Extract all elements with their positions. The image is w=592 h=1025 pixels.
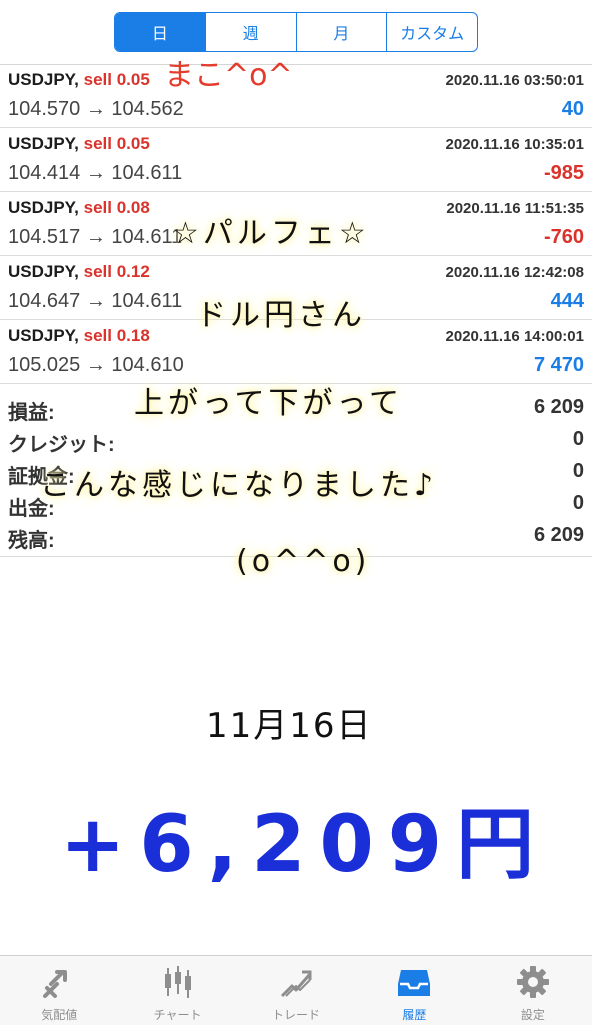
tab-chart[interactable]: チャート bbox=[118, 956, 236, 1025]
handwritten-line: ☆パルフェ☆ bbox=[172, 216, 370, 251]
trade-symbol: USDJPY, bbox=[8, 134, 79, 153]
trade-symbol: USDJPY, bbox=[8, 326, 79, 345]
tab-trade[interactable]: トレード bbox=[237, 956, 355, 1025]
handwritten-line: (o^^o) bbox=[236, 544, 371, 579]
tab-history[interactable]: 履歴 bbox=[355, 956, 473, 1025]
summary-value: 6 209 bbox=[533, 524, 584, 546]
summary-label: 残高: bbox=[8, 530, 55, 552]
trade-side: sell 0.12 bbox=[83, 262, 150, 281]
trade-prices: 105.025 → 104.610 bbox=[8, 354, 184, 376]
handwritten-amount: +6,209円 bbox=[60, 800, 549, 890]
trade-symbol: USDJPY, bbox=[8, 198, 79, 217]
trade-time: 2020.11.16 10:35:01 bbox=[445, 136, 584, 153]
handwritten-line: こんな感じになりました♪ bbox=[40, 468, 438, 503]
trade-time: 2020.11.16 11:51:35 bbox=[446, 200, 584, 217]
summary-value: 0 bbox=[572, 460, 584, 482]
handwritten-signature: まこ^o^ bbox=[164, 58, 293, 93]
trade-side: sell 0.05 bbox=[83, 70, 150, 89]
summary-row-credit: クレジット: 0 bbox=[0, 424, 592, 456]
settings-icon bbox=[516, 966, 549, 998]
trade-profit: 40 bbox=[561, 98, 584, 120]
handwritten-date: 11月16日 bbox=[206, 706, 373, 746]
period-tab-day[interactable]: 日 bbox=[115, 13, 205, 51]
trade-icon bbox=[280, 970, 312, 998]
tab-label: 設定 bbox=[520, 1008, 545, 1022]
summary-label: クレジット: bbox=[8, 434, 115, 456]
chart-icon bbox=[164, 966, 191, 998]
trade-side: sell 0.05 bbox=[83, 134, 150, 153]
tab-label: 履歴 bbox=[402, 1008, 427, 1022]
trade-prices: 104.414 → 104.611 bbox=[8, 162, 183, 184]
summary-value: 0 bbox=[572, 492, 584, 514]
tab-quotes[interactable]: 気配値 bbox=[0, 956, 118, 1025]
trade-symbol-line: USDJPY, sell 0.12 bbox=[8, 262, 150, 282]
trade-symbol-line: USDJPY, sell 0.08 bbox=[8, 198, 150, 218]
trade-row[interactable]: USDJPY, sell 0.05 2020.11.16 10:35:01 10… bbox=[0, 128, 592, 192]
trade-symbol-line: USDJPY, sell 0.05 bbox=[8, 70, 150, 90]
summary-value: 0 bbox=[572, 428, 584, 450]
trade-symbol-line: USDJPY, sell 0.18 bbox=[8, 326, 150, 346]
trade-time: 2020.11.16 14:00:01 bbox=[445, 328, 584, 345]
tab-label: チャート bbox=[153, 1008, 202, 1022]
period-tab-month[interactable]: 月 bbox=[295, 13, 387, 51]
trade-profit: -760 bbox=[543, 226, 584, 248]
trade-side: sell 0.08 bbox=[83, 198, 150, 217]
handwritten-line: ドル円さん bbox=[196, 298, 366, 333]
tab-label: トレード bbox=[272, 1008, 321, 1022]
summary-value: 6 209 bbox=[533, 396, 584, 418]
trade-row[interactable]: USDJPY, sell 0.05 2020.11.16 03:50:01 10… bbox=[0, 64, 592, 128]
tab-label: 気配値 bbox=[41, 1008, 78, 1022]
trade-time: 2020.11.16 03:50:01 bbox=[445, 72, 584, 89]
period-segmented-control: 日 週 月 カスタム bbox=[114, 12, 478, 52]
trade-prices: 104.570 → 104.562 bbox=[8, 98, 184, 120]
period-tab-week[interactable]: 週 bbox=[204, 13, 296, 51]
tab-settings[interactable]: 設定 bbox=[474, 956, 592, 1025]
trade-symbol: USDJPY, bbox=[8, 70, 79, 89]
handwritten-line: 上がって下がって bbox=[134, 386, 403, 421]
history-icon bbox=[398, 970, 431, 996]
trade-profit: 7 470 bbox=[533, 354, 584, 376]
trade-profit: 444 bbox=[550, 290, 584, 312]
trade-symbol: USDJPY, bbox=[8, 262, 79, 281]
trade-symbol-line: USDJPY, sell 0.05 bbox=[8, 134, 150, 154]
trade-prices: 104.647 → 104.611 bbox=[8, 290, 183, 312]
trade-side: sell 0.18 bbox=[83, 326, 150, 345]
bottom-tab-bar: 気配値 チャート トレード 履歴 設定 bbox=[0, 955, 592, 1025]
trade-time: 2020.11.16 12:42:08 bbox=[445, 264, 584, 281]
summary-label: 損益: bbox=[8, 402, 55, 424]
period-tab-custom[interactable]: カスタム bbox=[386, 13, 477, 51]
trade-profit: -985 bbox=[543, 162, 584, 184]
quotes-icon bbox=[43, 970, 68, 998]
trade-prices: 104.517 → 104.611 bbox=[8, 226, 183, 248]
